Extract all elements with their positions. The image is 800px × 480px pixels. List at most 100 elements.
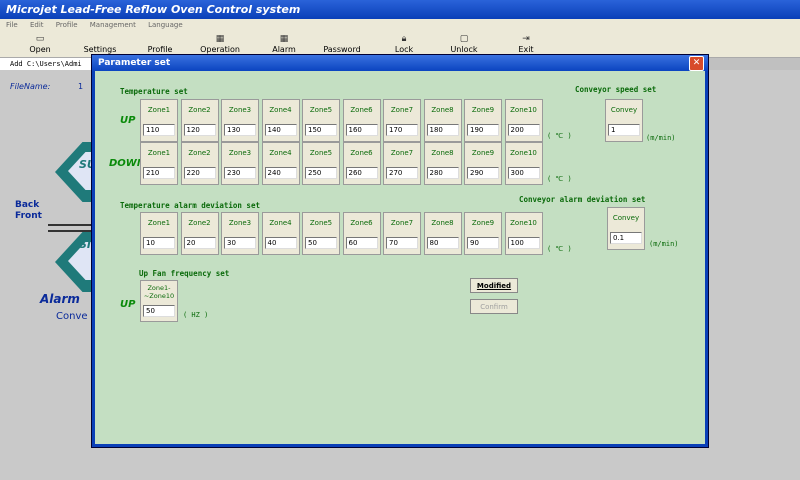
up-zone-input[interactable]: 180 [426,124,459,136]
lock-button[interactable]: 🔒︎ Lock [374,34,434,56]
alarm-zone-input[interactable]: 70 [386,237,418,249]
alarm-zone-input[interactable]: 60 [345,237,378,249]
menu-language[interactable]: Language [148,21,183,29]
down-zone-1: Zone1 210 [140,142,178,185]
menu-file[interactable]: File [6,21,18,29]
front-label: Front [15,211,42,221]
down-unit: ( ℃ ) [547,175,572,183]
open-button[interactable]: ▭ Open [10,34,70,56]
zone-label: Zone1 [147,219,171,227]
alarm-zone-8: Zone8 80 [423,212,462,255]
up-zone-input[interactable]: 120 [183,124,216,136]
zone-label: Zone10 [510,219,537,227]
up-zone-input[interactable]: 150 [305,124,337,136]
alarm-grid-icon: ▦ [279,34,289,44]
up-zone-input[interactable]: 140 [264,124,297,136]
zone-label: Zone2 [188,219,211,227]
filename-value: 1 [78,82,84,91]
zone-label: Zone2 [188,149,211,157]
alarm-label: Alarm [272,45,296,54]
up-zone-input[interactable]: 170 [386,124,418,136]
zone-label: Zone6 [350,149,373,157]
alarm-zone-input[interactable]: 30 [224,237,256,249]
zone-label: Zone2 [188,106,211,114]
alarm-zone-input[interactable]: 50 [305,237,337,249]
lock-icon: 🔒︎ [401,34,407,44]
menu-profile[interactable]: Profile [56,21,78,29]
down-zone-input[interactable]: 240 [264,167,297,179]
zone-label: Zone4 [269,106,292,114]
operation-button[interactable]: ▦ Operation [190,34,250,56]
temperature-section-title: Temperature set [120,87,188,96]
settings-icon [70,34,130,45]
dialog-title-bar[interactable]: Parameter set [92,55,708,71]
down-zone-4: Zone4 240 [261,142,300,185]
exit-button[interactable]: ⇥ Exit [496,34,556,56]
down-zone-input[interactable]: 290 [467,167,499,179]
fan-frequency-input[interactable]: 50 [143,305,175,317]
up-unit: ( ℃ ) [547,132,572,140]
up-zone-6: Zone6 160 [342,99,381,142]
down-zone-10: Zone10 300 [504,142,543,185]
unlock-button[interactable]: ▢ Unlock [434,34,494,56]
up-zone-input[interactable]: 130 [224,124,256,136]
fan-zone-label-line1: Zone1- [147,284,171,292]
down-zone-5: Zone5 250 [302,142,340,185]
up-zone-7: Zone7 170 [383,99,421,142]
profile-button[interactable]: Profile [130,34,190,56]
up-zone-input[interactable]: 190 [467,124,499,136]
zone-label: Zone5 [309,149,333,157]
alarm-zone-input[interactable]: 40 [264,237,297,249]
down-zone-input[interactable]: 230 [224,167,256,179]
conveyor-rail-top [48,224,94,226]
zone-label: Zone5 [309,219,333,227]
close-icon[interactable]: ✕ [689,56,704,71]
down-zone-6: Zone6 260 [342,142,381,185]
alarm-zone-input[interactable]: 90 [467,237,499,249]
zone-label: Zone3 [228,106,252,114]
fan-up-label: UP [120,299,136,310]
down-zone-2: Zone2 220 [180,142,219,185]
back-label: Back [15,200,40,210]
alarm-zone-9: Zone9 90 [464,212,502,255]
down-zone-input[interactable]: 210 [143,167,175,179]
alarm-zone-input[interactable]: 20 [183,237,216,249]
profile-label: Profile [147,45,173,54]
menu-edit[interactable]: Edit [30,21,44,29]
profile-icon [130,34,190,45]
alarm-button[interactable]: ▦ Alarm [254,34,314,56]
grid-icon: ▦ [215,34,225,44]
settings-button[interactable]: Settings [70,34,130,56]
down-zone-input[interactable]: 270 [386,167,418,179]
alarm-zone-input[interactable]: 10 [143,237,175,249]
alarm-zone-input[interactable]: 80 [426,237,459,249]
zone-label: Zone3 [228,149,252,157]
down-zone-input[interactable]: 280 [426,167,459,179]
down-zone-input[interactable]: 220 [183,167,216,179]
zone-label: Zone4 [269,219,292,227]
folder-icon: ▭ [35,34,45,44]
conveyor-alarm-input[interactable]: 0.1 [610,232,642,244]
up-zone-5: Zone5 150 [302,99,340,142]
alarm-unit: ( ℃ ) [547,245,572,253]
down-zone-input[interactable]: 260 [345,167,378,179]
down-zone-9: Zone9 290 [464,142,502,185]
app-title: Microjet Lead-Free Reflow Oven Control s… [6,3,301,16]
zone-label: Zone9 [471,149,495,157]
down-zone-input[interactable]: 250 [305,167,337,179]
alarm-section-title: Temperature alarm deviation set [120,201,260,210]
conveyor-alarm-label: Convey [612,214,640,222]
conveyor-speed-input[interactable]: 1 [608,124,640,136]
menu-management[interactable]: Management [90,21,136,29]
up-zone-input[interactable]: 200 [507,124,540,136]
up-zone-3: Zone3 130 [221,99,259,142]
zone-label: Zone6 [350,219,373,227]
down-zone-input[interactable]: 300 [507,167,540,179]
up-zone-input[interactable]: 160 [345,124,378,136]
up-zone-input[interactable]: 110 [143,124,175,136]
fan-zone-box: Zone1- ~Zone10 50 [140,280,178,322]
confirm-button[interactable]: Confirm [470,299,518,314]
alarm-zone-input[interactable]: 100 [507,237,540,249]
password-button[interactable]: Password [312,34,372,56]
modified-button[interactable]: Modified [470,278,518,293]
